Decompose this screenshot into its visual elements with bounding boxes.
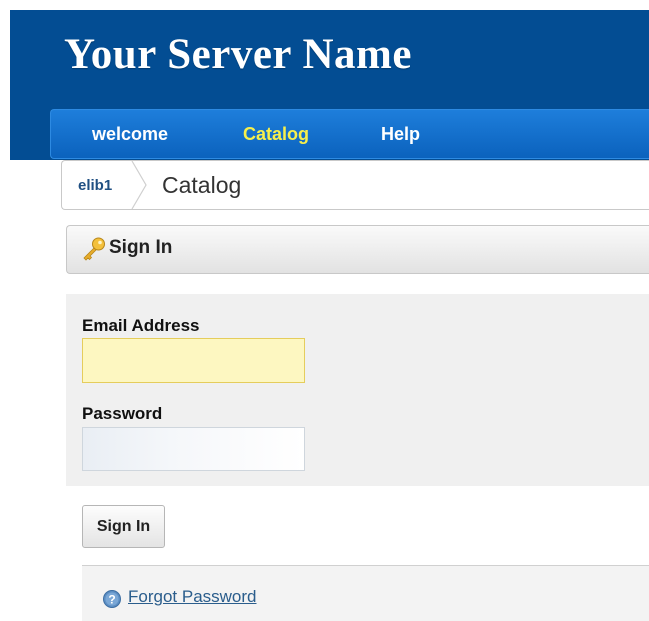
breadcrumb-current: Catalog (162, 172, 242, 198)
password-label: Password (82, 404, 163, 423)
page: Your Server Name welcome Catalog Help el… (0, 0, 649, 621)
svg-text:?: ? (108, 593, 115, 607)
help-icon: ? (103, 590, 121, 608)
email-field[interactable] (82, 338, 305, 383)
signin-panel-title: Sign In (109, 237, 173, 258)
nav-item-catalog[interactable]: Catalog (243, 124, 309, 145)
signin-panel-header: Sign In (66, 225, 649, 274)
email-label: Email Address (82, 316, 200, 335)
key-icon (83, 237, 105, 261)
forgot-password-link[interactable]: Forgot Password (128, 587, 257, 607)
breadcrumb-separator-icon (131, 160, 147, 210)
breadcrumb-link-elib1[interactable]: elib1 (78, 177, 112, 194)
nav-item-welcome[interactable]: welcome (92, 124, 168, 145)
main-navbar: welcome Catalog Help (50, 109, 649, 159)
server-name-title: Your Server Name (64, 31, 412, 78)
sign-in-button[interactable]: Sign In (82, 505, 165, 548)
nav-item-help[interactable]: Help (381, 124, 420, 145)
password-field[interactable] (82, 427, 305, 471)
breadcrumb: elib1 Catalog (61, 160, 649, 210)
